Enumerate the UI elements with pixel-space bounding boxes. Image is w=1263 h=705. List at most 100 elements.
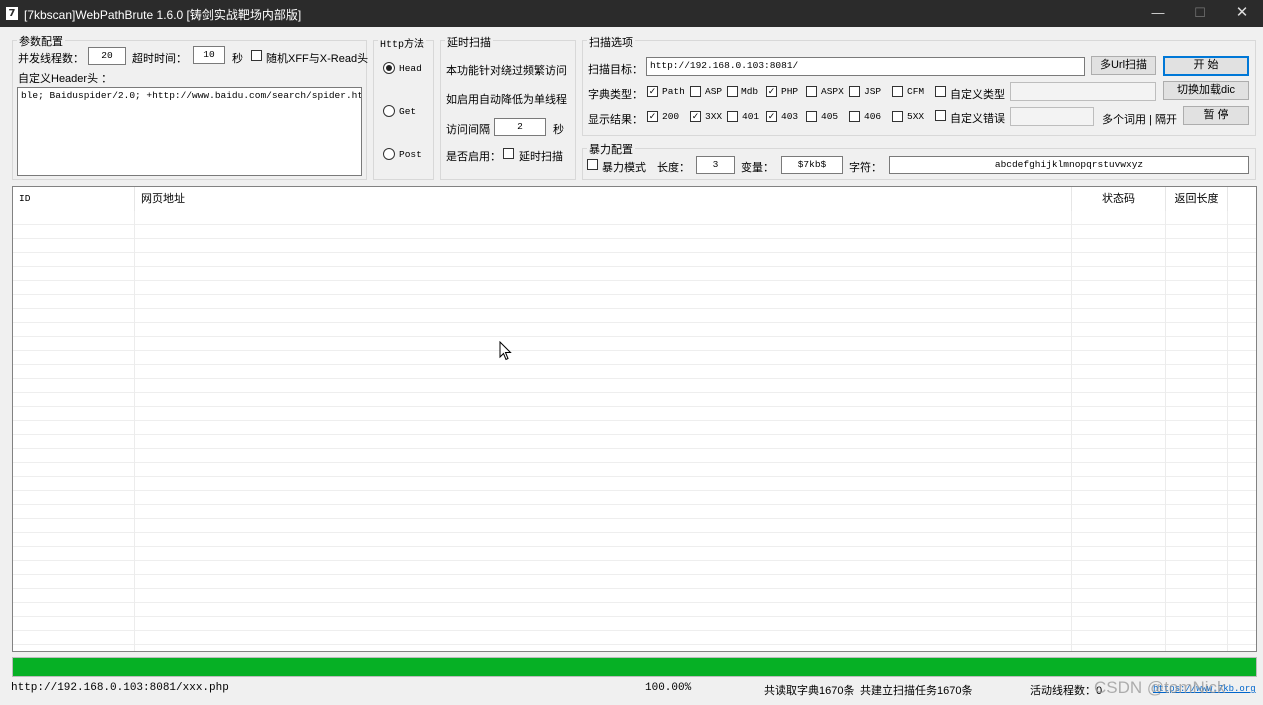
xff-checkbox[interactable] — [251, 50, 262, 61]
dict-aspx-checkbox[interactable] — [806, 86, 817, 97]
params-group-label: 参数配置 — [17, 33, 65, 49]
custom-type-input[interactable] — [1010, 82, 1156, 101]
threads-input[interactable]: 20 — [88, 47, 126, 65]
result-3xx-label: 3XX — [705, 111, 723, 122]
result-405-checkbox[interactable] — [806, 111, 817, 122]
result-3xx-checkbox[interactable]: ✓ — [690, 111, 701, 122]
progress-bar — [12, 657, 1257, 677]
col-divider — [1071, 187, 1072, 651]
col-header-length[interactable]: 返回长度 — [1166, 187, 1228, 211]
timeout-unit: 秒 — [232, 53, 243, 65]
delay-desc-2: 如启用自动降低为单线程 — [446, 94, 567, 106]
custom-type-checkbox[interactable] — [935, 86, 946, 97]
mouse-cursor-icon — [499, 341, 512, 361]
results-table[interactable]: ID 网页地址 状态码 返回长度 — [12, 186, 1257, 652]
col-divider — [1227, 187, 1228, 651]
col-divider — [1165, 187, 1166, 651]
custom-type-label: 自定义类型 — [950, 89, 1005, 101]
status-dict-read: 共读取字典1670条 — [764, 685, 855, 697]
result-406-checkbox[interactable] — [849, 111, 860, 122]
result-401-checkbox[interactable] — [727, 111, 738, 122]
result-5xx-checkbox[interactable] — [892, 111, 903, 122]
dict-php-label: PHP — [781, 86, 799, 97]
result-406-label: 406 — [864, 111, 882, 122]
chars-input[interactable]: abcdefghijklmnopqrstuvwxyz — [889, 156, 1249, 174]
dict-mdb-checkbox[interactable] — [727, 86, 738, 97]
dict-php-checkbox[interactable]: ✓ — [766, 86, 777, 97]
result-200-checkbox[interactable]: ✓ — [647, 111, 658, 122]
multi-word-hint: 多个词用 | 隔开 — [1102, 114, 1177, 126]
radio-post[interactable] — [383, 148, 395, 160]
switch-dict-button[interactable]: 切换加载dic — [1163, 81, 1249, 100]
brute-group-label: 暴力配置 — [587, 141, 635, 157]
chars-label: 字符： — [849, 162, 882, 174]
table-header: ID 网页地址 状态码 返回长度 — [13, 187, 1256, 211]
length-input[interactable]: 3 — [696, 156, 735, 174]
status-current-url: http://192.168.0.103:8081/xxx.php — [11, 682, 229, 694]
target-input[interactable]: http://192.168.0.103:8081/ — [646, 57, 1085, 76]
custom-error-label: 自定义错误 — [950, 113, 1005, 125]
brute-mode-label: 暴力模式 — [602, 162, 646, 174]
dict-jsp-checkbox[interactable] — [849, 86, 860, 97]
radio-head-label: Head — [399, 63, 422, 74]
brute-mode-checkbox[interactable] — [587, 159, 598, 170]
threads-label: 并发线程数： — [18, 53, 84, 65]
var-label: 变量： — [741, 162, 774, 174]
multi-url-button[interactable]: 多Url扫描 — [1091, 56, 1156, 75]
radio-head[interactable] — [383, 62, 395, 74]
result-405-label: 405 — [821, 111, 839, 122]
close-button[interactable]: ✕ — [1221, 0, 1263, 27]
custom-error-checkbox[interactable] — [935, 110, 946, 121]
delay-checkbox-label: 延时扫描 — [519, 151, 563, 163]
header-label: 自定义Header头 ： — [18, 73, 113, 85]
dict-type-label: 字典类型： — [588, 89, 643, 101]
col-divider — [134, 187, 135, 651]
timeout-input[interactable]: 10 — [193, 46, 225, 64]
minimize-button[interactable]: — — [1137, 0, 1179, 27]
xff-label: 随机XFF与X-Read头 — [266, 53, 369, 65]
interval-input[interactable]: 2 — [494, 118, 546, 136]
scan-group-label: 扫描选项 — [587, 34, 635, 50]
radio-get-label: Get — [399, 106, 417, 117]
start-button[interactable]: 开 始 — [1163, 56, 1249, 76]
dict-mdb-label: Mdb — [741, 86, 759, 97]
dict-asp-label: ASP — [705, 86, 723, 97]
status-percent: 100.00% — [645, 682, 692, 694]
result-403-label: 403 — [781, 111, 799, 122]
radio-get[interactable] — [383, 105, 395, 117]
result-403-checkbox[interactable]: ✓ — [766, 111, 777, 122]
length-label: 长度： — [657, 162, 690, 174]
result-5xx-label: 5XX — [907, 111, 925, 122]
col-header-status[interactable]: 状态码 — [1072, 187, 1166, 211]
target-label: 扫描目标： — [588, 64, 643, 76]
delay-checkbox[interactable] — [503, 148, 514, 159]
pause-button[interactable]: 暂 停 — [1183, 106, 1249, 125]
result-200-label: 200 — [662, 111, 680, 122]
delay-group-label: 延时扫描 — [445, 34, 493, 50]
result-label: 显示结果： — [588, 114, 643, 126]
delay-enable-label: 是否启用： — [446, 151, 501, 163]
radio-post-label: Post — [399, 149, 422, 160]
interval-unit: 秒 — [553, 124, 564, 136]
dict-path-checkbox[interactable]: ✓ — [647, 86, 658, 97]
dict-asp-checkbox[interactable] — [690, 86, 701, 97]
col-header-id[interactable]: ID — [13, 187, 135, 211]
table-gridlines — [13, 211, 1256, 651]
status-active-threads: 活动线程数：0 — [1030, 685, 1103, 697]
header-textarea[interactable]: ble; Baiduspider/2.0; +http://www.baidu.… — [17, 87, 362, 176]
watermark-text: CSDN @tomNick — [1094, 678, 1226, 697]
title-bar: 7 [7kbscan]WebPathBrute 1.6.0 [铸剑实战靶场内部版… — [0, 0, 1263, 27]
result-401-label: 401 — [742, 111, 760, 122]
window-title: [7kbscan]WebPathBrute 1.6.0 [铸剑实战靶场内部版] — [24, 8, 302, 22]
var-input[interactable]: $7kb$ — [781, 156, 843, 174]
status-tasks: 共建立扫描任务1670条 — [860, 685, 973, 697]
dict-cfm-checkbox[interactable] — [892, 86, 903, 97]
timeout-label: 超时时间： — [132, 53, 187, 65]
custom-error-input[interactable] — [1010, 107, 1094, 126]
col-header-url[interactable]: 网页地址 — [135, 187, 1072, 211]
delay-desc-1: 本功能针对绕过频繁访问 — [446, 65, 567, 77]
dict-aspx-label: ASPX — [821, 86, 844, 97]
dict-jsp-label: JSP — [864, 86, 882, 97]
interval-label: 访问间隔 — [446, 124, 490, 136]
maximize-button[interactable]: ☐ — [1179, 0, 1221, 27]
